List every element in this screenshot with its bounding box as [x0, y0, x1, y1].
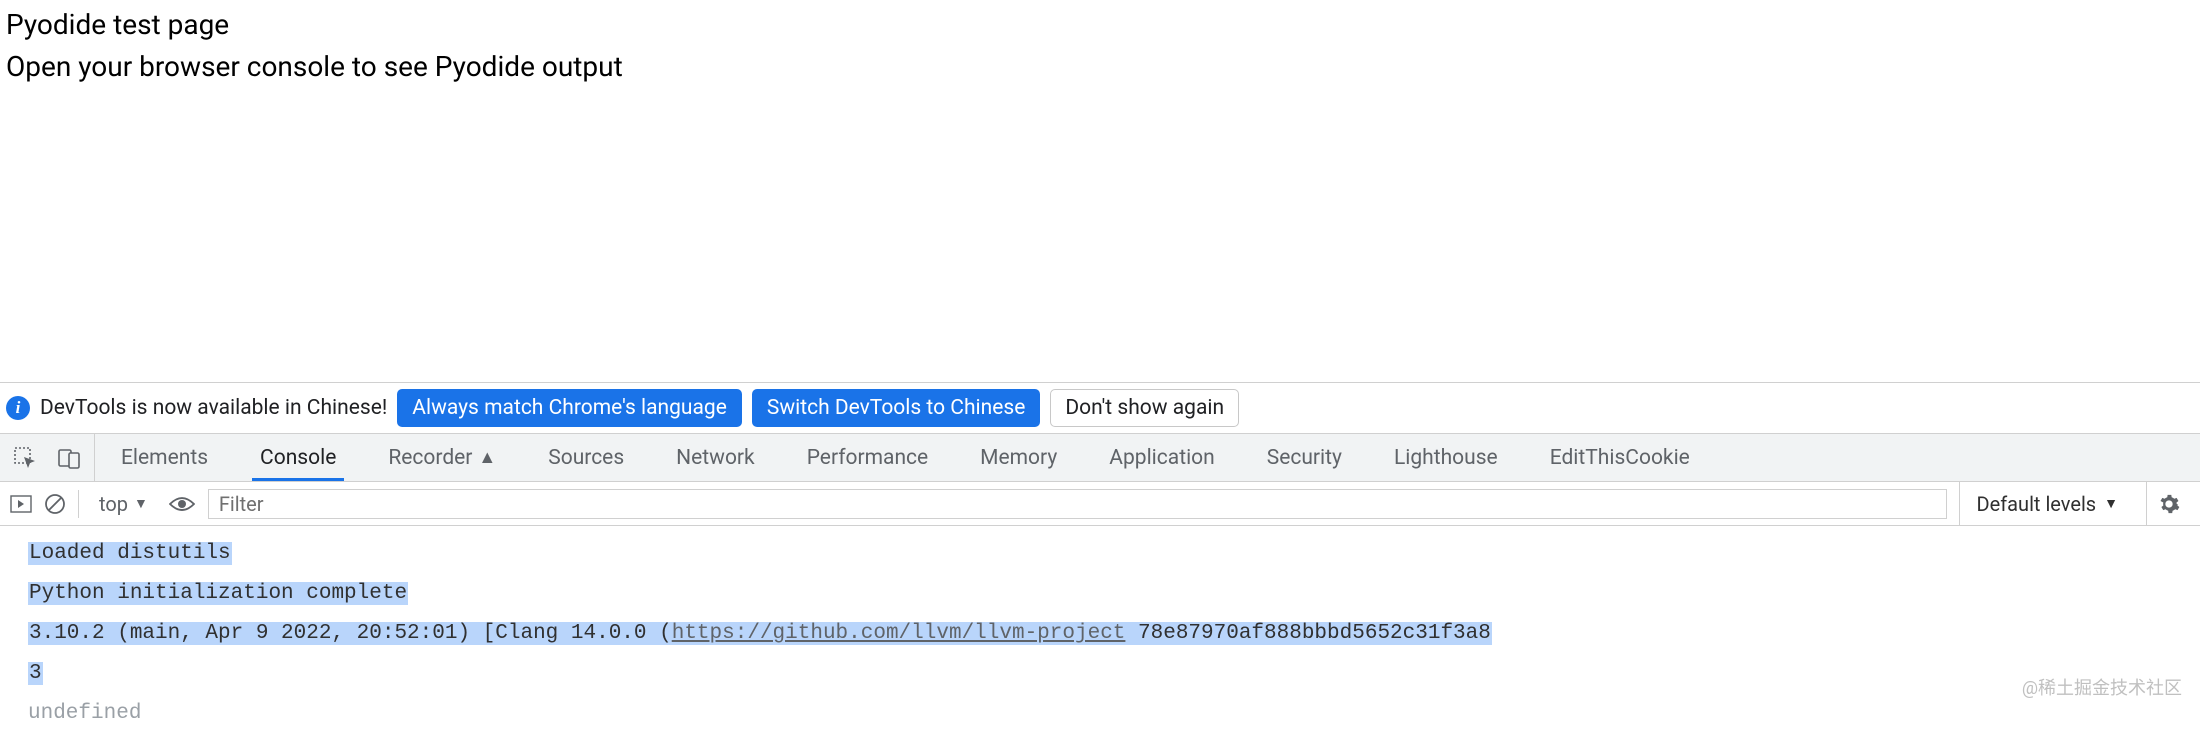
page-title: Pyodide test page [6, 4, 2194, 46]
console-line: 3.10.2 (main, Apr 9 2022, 20:52:01) [Cla… [28, 614, 2196, 654]
tab-elements[interactable]: Elements [95, 434, 234, 481]
flask-icon: ▲ [478, 447, 496, 468]
console-filter-input[interactable] [208, 489, 1948, 519]
console-line: Python initialization complete [28, 574, 2196, 614]
page-subtitle: Open your browser console to see Pyodide… [6, 46, 2194, 88]
console-line: Loaded distutils [28, 534, 2196, 574]
console-line: undefined [28, 694, 2196, 734]
watermark: @稀土掘金技术社区 [2022, 674, 2182, 700]
info-icon: i [6, 396, 30, 420]
tab-recorder[interactable]: Recorder▲ [362, 434, 522, 481]
device-toolbar-icon[interactable] [58, 447, 80, 469]
console-output: Loaded distutils Python initialization c… [0, 526, 2200, 733]
llvm-project-link[interactable]: https://github.com/llvm/llvm-project [672, 622, 1126, 645]
console-settings-icon[interactable] [2146, 482, 2190, 525]
devtools-tabbar: Elements Console Recorder▲ Sources Netwo… [0, 434, 2200, 482]
chevron-down-icon: ▼ [2104, 495, 2118, 512]
tab-network[interactable]: Network [650, 434, 781, 481]
console-toolbar: top ▼ Default levels ▼ [0, 482, 2200, 526]
always-match-language-button[interactable]: Always match Chrome's language [397, 389, 742, 427]
log-levels-selector[interactable]: Default levels ▼ [1959, 482, 2134, 525]
tab-application[interactable]: Application [1083, 434, 1240, 481]
devtools-infobar: i DevTools is now available in Chinese! … [0, 383, 2200, 434]
tab-memory[interactable]: Memory [954, 434, 1083, 481]
tab-sources[interactable]: Sources [522, 434, 650, 481]
tab-console[interactable]: Console [234, 434, 362, 481]
clear-console-icon[interactable] [44, 493, 66, 515]
inspect-element-icon[interactable] [14, 447, 36, 469]
console-sidebar-toggle-icon[interactable] [10, 495, 32, 513]
console-line: 3 [28, 654, 2196, 694]
devtools-panel: i DevTools is now available in Chinese! … [0, 382, 2200, 734]
dont-show-again-button[interactable]: Don't show again [1050, 389, 1239, 427]
tab-security[interactable]: Security [1241, 434, 1368, 481]
tab-lighthouse[interactable]: Lighthouse [1368, 434, 1524, 481]
live-expression-icon[interactable] [168, 490, 196, 518]
chevron-down-icon: ▼ [134, 495, 148, 512]
infobar-message: DevTools is now available in Chinese! [40, 396, 387, 420]
switch-devtools-language-button[interactable]: Switch DevTools to Chinese [752, 389, 1040, 427]
context-selector[interactable]: top ▼ [91, 492, 156, 516]
tab-editthiscookie[interactable]: EditThisCookie [1524, 434, 1716, 481]
tab-performance[interactable]: Performance [781, 434, 954, 481]
